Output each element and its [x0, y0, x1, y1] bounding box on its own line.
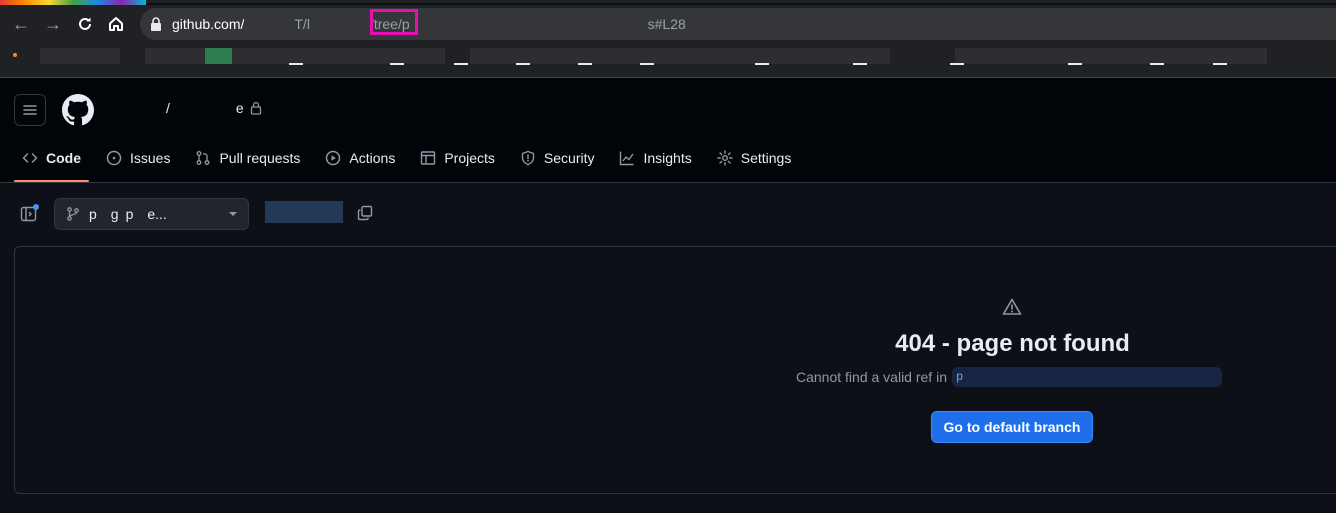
bookmark-item[interactable] — [955, 48, 1267, 64]
bookmark-favicon — [13, 53, 17, 57]
tab-label: Pull requests — [219, 150, 301, 166]
tab-insights[interactable]: Insights — [611, 138, 699, 178]
bookmark-separator — [1150, 63, 1164, 65]
home-icon[interactable] — [103, 11, 129, 37]
repo-separator: / — [166, 100, 170, 116]
repo-owner[interactable] — [108, 101, 160, 115]
bookmark-item[interactable] — [205, 48, 232, 64]
git-branch-icon — [67, 207, 79, 221]
repo-tabs: Code Issues Pull requests Actions Projec… — [14, 138, 808, 182]
alert-icon — [1002, 297, 1022, 322]
bookmark-separator — [454, 63, 468, 65]
error-title: 404 - page not found — [895, 330, 1130, 357]
bookmark-item[interactable] — [145, 48, 445, 64]
tab-issues[interactable]: Issues — [98, 138, 178, 178]
tab-settings[interactable]: Settings — [709, 138, 800, 178]
tab-projects[interactable]: Projects — [412, 138, 503, 178]
bookmark-separator — [950, 63, 964, 65]
issue-opened-icon — [106, 150, 122, 166]
tab-security[interactable]: Security — [512, 138, 603, 178]
tab-label: Issues — [130, 150, 171, 166]
tab-label: Actions — [349, 150, 396, 166]
tab-code[interactable]: Code — [14, 138, 89, 182]
code-icon — [22, 153, 38, 163]
lock-icon — [150, 17, 162, 36]
repo-breadcrumb: / e — [108, 100, 262, 116]
table-icon — [421, 151, 436, 165]
sidepanel-expand-icon[interactable] — [20, 204, 40, 229]
graph-icon — [620, 151, 635, 166]
bookmark-separator — [853, 63, 867, 65]
shield-icon — [521, 150, 535, 166]
forward-icon[interactable]: → — [40, 11, 66, 37]
tab-label: Code — [46, 150, 81, 166]
url-text: github.com/T/l/tree/p s#L28 — [172, 16, 686, 32]
git-pull-request-icon — [197, 151, 210, 165]
github-logo-icon[interactable] — [62, 94, 94, 131]
bookmarks-bar — [0, 43, 1336, 78]
play-icon — [326, 150, 341, 166]
ref-name: p — [951, 367, 1222, 387]
branch-name: p g p e... — [89, 206, 167, 222]
bookmark-separator — [516, 63, 530, 65]
bookmark-separator — [755, 63, 769, 65]
bookmark-item[interactable] — [470, 48, 890, 64]
bookmark-separator — [390, 63, 404, 65]
error-message-text: Cannot find a valid ref in — [796, 369, 947, 385]
tab-strip — [146, 0, 1336, 3]
error-message: Cannot find a valid ref in p — [796, 366, 1222, 388]
lock-icon — [250, 102, 261, 115]
tab-pull-requests[interactable]: Pull requests — [187, 138, 308, 178]
tab-label: Security — [543, 150, 595, 166]
reload-icon[interactable] — [72, 11, 98, 37]
tab-label: Settings — [740, 150, 792, 166]
hamburger-icon — [23, 105, 37, 115]
repo-name[interactable] — [175, 101, 236, 115]
repo-header: / e Code Issues Pull requests Actions Pr… — [0, 78, 1336, 183]
bookmark-separator — [640, 63, 654, 65]
menu-button[interactable] — [14, 94, 46, 126]
tab-actions[interactable]: Actions — [317, 138, 403, 178]
back-icon[interactable]: ← — [8, 11, 34, 37]
copy-icon[interactable] — [357, 205, 373, 226]
gear-icon — [717, 150, 733, 166]
address-bar[interactable]: github.com/T/l/tree/p s#L28 — [140, 8, 1336, 40]
bookmark-separator — [1068, 63, 1082, 65]
bookmark-separator — [289, 63, 303, 65]
bookmark-separator — [578, 63, 592, 65]
tab-label: Insights — [643, 150, 692, 166]
tab-label: Projects — [444, 150, 495, 166]
go-to-default-branch-button[interactable]: Go to default branch — [931, 411, 1093, 443]
bookmark-separator — [1213, 63, 1227, 65]
triangle-down-icon — [229, 212, 237, 216]
repo-name-tail[interactable]: e — [236, 100, 244, 116]
bookmark-item[interactable] — [40, 48, 120, 64]
url-highlight-box — [370, 9, 418, 35]
file-path-breadcrumb[interactable] — [265, 201, 343, 223]
browser-toolbar: ← → github.com/T/l/tree/p s#L28 — [0, 5, 1336, 43]
branch-selector-button[interactable]: p g p e... — [54, 198, 249, 230]
